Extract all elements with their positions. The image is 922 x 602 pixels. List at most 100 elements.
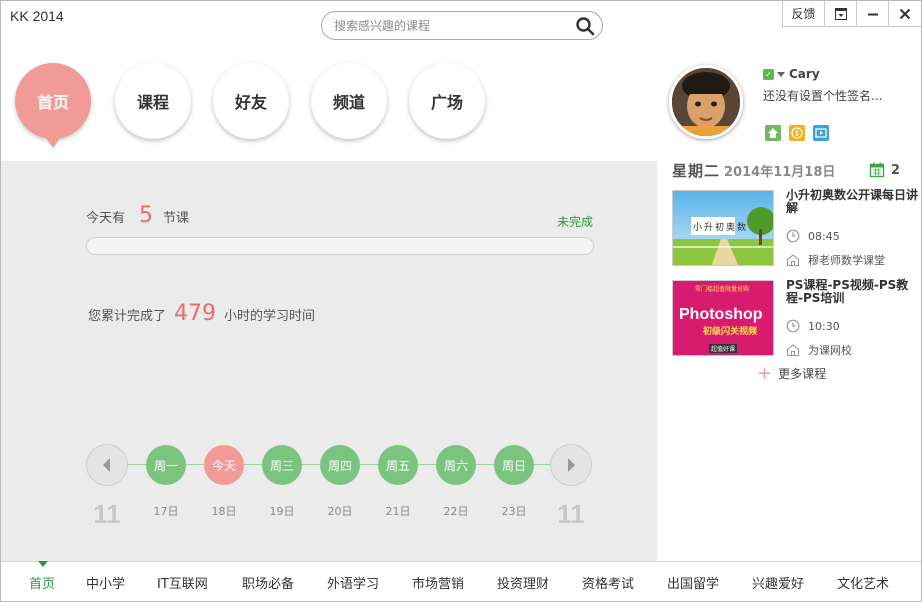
more-courses-label: 更多课程 (778, 367, 827, 381)
today-progress-bar (86, 237, 594, 255)
month-label-left: 11 (93, 499, 121, 529)
course-thumbnail[interactable]: 零门槛超值限量抢购 Photoshop 初级闪关视频 超值好课 (672, 280, 774, 356)
schedule-weekday: 星期二 (672, 162, 721, 180)
today-course-count: 5 (139, 203, 154, 228)
menu-button[interactable] (825, 1, 857, 26)
day-date: 21日 (385, 505, 411, 518)
course-thumbnail-text: 零门槛超值限量抢购 (695, 286, 750, 293)
course-school: 穆老师数学课堂 (786, 252, 885, 268)
category-study-abroad[interactable]: 出国留学 (667, 573, 719, 592)
course-thumbnail-text: 超值好课 (709, 344, 738, 353)
category-k12[interactable]: 中小学 (86, 573, 125, 592)
day-date: 23日 (501, 505, 527, 518)
category-home[interactable]: 首页 (29, 573, 55, 592)
day-fri[interactable]: 周五 (378, 445, 418, 485)
course-time: 10:30 (786, 319, 840, 333)
course-thumbnail-text: 初级闪关视频 (703, 327, 758, 337)
title-bar: KK 2014 反馈 (1, 1, 921, 47)
user-name: Cary (789, 67, 820, 81)
chevron-right-icon (568, 458, 575, 472)
app-title: KK 2014 (10, 8, 64, 24)
schedule-date-row: 星期二 2014年11月18日 2 (672, 160, 912, 181)
nav-square[interactable]: 广场 (409, 63, 485, 139)
quick-icons (765, 125, 829, 141)
menu-dropdown-icon (834, 7, 847, 20)
calendar-count-value: 2 (890, 162, 900, 178)
day-date: 20日 (327, 505, 353, 518)
month-label-right: 11 (557, 499, 585, 529)
school-icon (786, 254, 800, 267)
day-sun[interactable]: 周日 (494, 445, 534, 485)
school-icon (786, 344, 800, 357)
nav-friends[interactable]: 好友 (213, 63, 289, 139)
day-sat[interactable]: 周六 (436, 445, 476, 485)
home-icon[interactable] (765, 125, 781, 141)
category-hobbies[interactable]: 兴趣爱好 (752, 573, 804, 592)
day-date: 18日 (211, 505, 237, 518)
clock-icon (786, 319, 800, 333)
schedule-date: 2014年11月18日 (724, 165, 836, 180)
nav-courses[interactable]: 课程 (115, 63, 191, 139)
category-it[interactable]: IT互联网 (157, 573, 208, 592)
day-thu[interactable]: 周四 (320, 445, 360, 485)
day-date: 19日 (269, 505, 295, 518)
course-thumbnail-text: 小升初奥数 (693, 223, 749, 233)
nav-channels[interactable]: 频道 (311, 63, 387, 139)
total-prefix: 您累计完成了 (88, 309, 167, 324)
video-icon[interactable] (813, 125, 829, 141)
coin-icon[interactable] (789, 125, 805, 141)
category-culture-art[interactable]: 文化艺术 (837, 573, 889, 592)
close-icon (899, 8, 911, 19)
next-week-button[interactable] (550, 444, 592, 486)
status-dropdown-icon[interactable] (777, 71, 785, 77)
study-summary-panel: 今天有 5 节课 未完成 您累计完成了 479 小时的学习时间 周一 今天 周三… (1, 161, 657, 561)
day-mon[interactable]: 周一 (146, 445, 186, 485)
top-nav: 首页 课程 好友 频道 广场 (1, 47, 657, 161)
search-box[interactable] (321, 11, 603, 40)
course-school-value[interactable]: 穆老师数学课堂 (808, 252, 885, 268)
user-line: ✓ Cary (763, 67, 820, 81)
more-courses-link[interactable]: + 更多课程 (757, 364, 827, 382)
category-investment[interactable]: 投资理财 (497, 573, 549, 592)
course-item[interactable]: 小升初奥数 小升初奥数公开课每日讲解 08:45 穆老师数学课堂 (672, 189, 920, 270)
online-status-icon[interactable]: ✓ (763, 68, 774, 80)
calendar-icon (869, 162, 885, 178)
chevron-left-icon (103, 458, 110, 472)
prev-week-button[interactable] (86, 444, 128, 486)
day-date: 22日 (443, 505, 469, 518)
course-title[interactable]: PS课程-PS视频-PS教程-PS培训 (786, 279, 920, 305)
today-prefix: 今天有 (86, 211, 126, 226)
category-bar: 首页 中小学 IT互联网 职场必备 外语学习 市场营销 投资理财 资格考试 出国… (1, 561, 921, 601)
category-language[interactable]: 外语学习 (327, 573, 379, 592)
user-signature[interactable]: 还没有设置个性签名... (763, 87, 882, 104)
nav-home[interactable]: 首页 (15, 63, 91, 148)
minimize-button[interactable] (857, 1, 889, 26)
course-thumbnail[interactable]: 小升初奥数 (672, 190, 774, 266)
course-title[interactable]: 小升初奥数公开课每日讲解 (786, 189, 920, 215)
total-study-summary: 您累计完成了 479 小时的学习时间 (88, 301, 315, 326)
search-input[interactable] (334, 16, 574, 36)
feedback-button[interactable]: 反馈 (783, 1, 825, 26)
course-time-value: 08:45 (808, 229, 840, 243)
close-button[interactable] (889, 1, 921, 26)
course-thumbnail-text: Photoshop (679, 306, 763, 323)
search-icon[interactable] (575, 16, 595, 36)
status-badge: 未完成 (557, 215, 594, 229)
day-wed[interactable]: 周三 (262, 445, 302, 485)
category-career[interactable]: 职场必备 (242, 573, 294, 592)
avatar[interactable] (669, 65, 743, 139)
calendar-count[interactable]: 2 (869, 162, 900, 178)
category-certification[interactable]: 资格考试 (582, 573, 634, 592)
course-school: 为课网校 (786, 342, 852, 358)
course-time: 08:45 (786, 229, 840, 243)
window-controls: 反馈 (782, 1, 921, 27)
course-school-value[interactable]: 为课网校 (808, 342, 852, 358)
day-today[interactable]: 今天 (204, 445, 244, 485)
category-marketing[interactable]: 市场营销 (412, 573, 464, 592)
total-hours: 479 (174, 301, 217, 326)
active-category-indicator (38, 561, 48, 567)
app-window: KK 2014 反馈 (0, 0, 922, 602)
clock-icon (786, 229, 800, 243)
course-item[interactable]: 零门槛超值限量抢购 Photoshop 初级闪关视频 超值好课 PS课程-PS视… (672, 279, 920, 360)
day-date: 17日 (153, 505, 179, 518)
